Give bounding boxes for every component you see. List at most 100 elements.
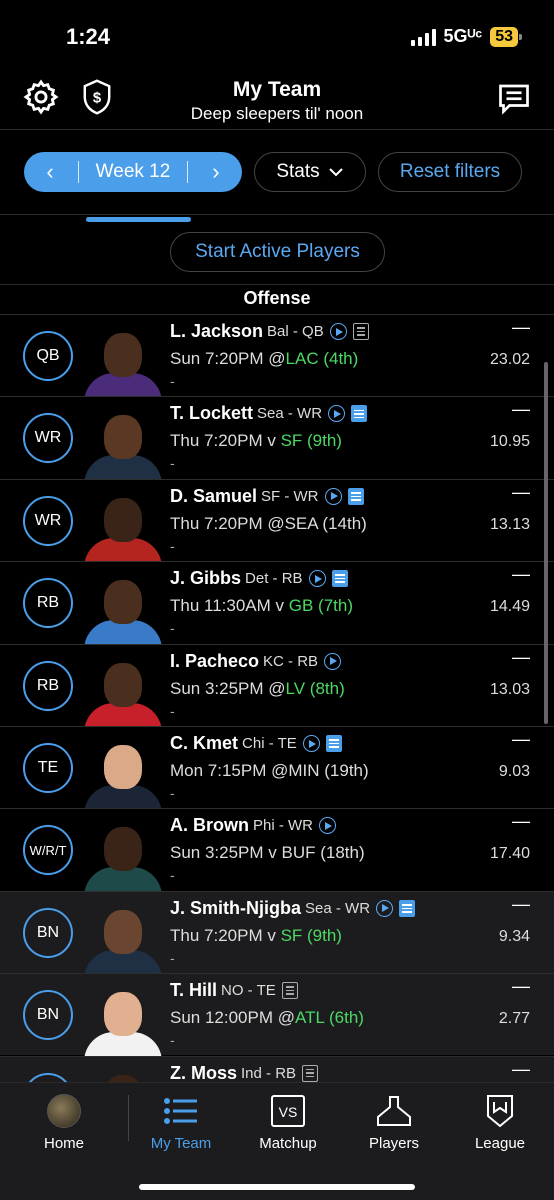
player-name-line: Z. Moss Ind - RB xyxy=(170,1063,319,1082)
tab-league[interactable]: League xyxy=(455,1093,545,1152)
player-team-position: Sea - WR xyxy=(257,405,323,423)
game-info: Sun 12:00PM @ATL (6th) xyxy=(170,1008,364,1028)
lineup-slot-button[interactable]: RB xyxy=(23,578,73,629)
player-row[interactable]: TE C. Kmet Chi - TE Mon 7:15PM @MIN (19th) -… xyxy=(0,726,554,809)
lineup-slot-button[interactable]: W/R/T xyxy=(23,825,73,876)
game-time: Sun 7:20PM @ xyxy=(170,349,286,368)
player-row[interactable]: BN T. Hill NO - TE Sun 12:00PM @ATL (6th) - —… xyxy=(0,973,554,1057)
opponent-rank: ATL (6th) xyxy=(295,1008,364,1028)
week-selector[interactable]: ‹ Week 12 › xyxy=(24,152,242,192)
lineup-slot-button[interactable]: WR xyxy=(23,413,73,464)
player-points: 9.34 xyxy=(498,927,530,945)
video-play-icon[interactable] xyxy=(324,487,342,505)
news-note-icon[interactable] xyxy=(351,405,368,423)
player-name[interactable]: A. Brown xyxy=(170,815,249,836)
player-team-position: NO - TE xyxy=(221,982,276,1000)
player-points: 13.13 xyxy=(489,515,530,533)
start-active-players-button[interactable]: Start Active Players xyxy=(170,232,385,272)
lineup-slot-button[interactable]: WR xyxy=(23,495,73,546)
projection-dash: — xyxy=(512,976,530,997)
home-indicator[interactable] xyxy=(139,1184,415,1190)
player-team-position: Det - RB xyxy=(245,570,303,588)
lineup-slot-button[interactable]: BN xyxy=(23,907,73,958)
opponent-rank: LV (8th) xyxy=(285,678,345,698)
player-photo xyxy=(80,898,166,974)
tab-label: League xyxy=(474,1135,526,1152)
app-header: $ My Team Deep sleepers til' noon xyxy=(0,70,554,130)
status-time: 1:24 xyxy=(66,24,111,49)
player-head xyxy=(104,662,142,707)
tab-matchup[interactable]: VS Matchup xyxy=(243,1093,333,1152)
news-note-icon[interactable] xyxy=(352,323,369,340)
player-row[interactable]: QB L. Jackson Bal - QB Sun 7:20PM @LAC (4th… xyxy=(0,314,554,397)
game-info: Thu 7:20PM v SF (9th) xyxy=(170,926,342,946)
opponent-rank: BUF (18th) xyxy=(281,843,365,863)
lineup-slot-button[interactable]: BN xyxy=(23,1072,73,1082)
game-info: Sun 3:25PM v BUF (18th) xyxy=(170,843,365,863)
video-play-icon[interactable] xyxy=(308,570,326,588)
game-info: Thu 7:20PM @SEA (14th) xyxy=(170,514,367,534)
player-name[interactable]: T. Hill xyxy=(170,980,217,1001)
chat-icon[interactable] xyxy=(496,80,532,116)
chevron-right-icon[interactable]: › xyxy=(204,159,228,185)
player-points: 2.77 xyxy=(498,1010,530,1028)
player-photo xyxy=(80,651,166,727)
video-play-icon[interactable] xyxy=(376,899,394,917)
video-play-icon[interactable] xyxy=(324,652,342,670)
divider xyxy=(78,161,80,183)
player-status: - xyxy=(170,702,175,719)
player-row[interactable]: BN J. Smith-Njigba Sea - WR Thu 7:20PM v SF… xyxy=(0,890,554,974)
player-row[interactable]: RB I. Pacheco KC - RB Sun 3:25PM @LV (8th) -… xyxy=(0,643,554,727)
player-name[interactable]: D. Samuel xyxy=(170,486,257,507)
player-row[interactable]: BN Z. MossInd - RB — xyxy=(0,1055,554,1082)
player-name[interactable]: L. Jackson xyxy=(170,321,263,342)
reset-filters-button[interactable]: Reset filters xyxy=(378,152,522,192)
divider xyxy=(186,161,188,183)
video-play-icon[interactable] xyxy=(319,817,336,835)
news-note-icon[interactable] xyxy=(331,570,348,588)
news-note-icon[interactable] xyxy=(399,899,416,917)
lineup-slot-button[interactable]: TE xyxy=(23,743,73,793)
player-team-position: Phi - WR xyxy=(253,817,313,835)
player-name[interactable]: J. Smith-Njigba xyxy=(170,898,301,919)
player-row[interactable]: WR D. Samuel SF - WR Thu 7:20PM @SEA (14th)… xyxy=(0,478,554,562)
player-head xyxy=(104,745,142,789)
player-name[interactable]: J. Gibbs xyxy=(170,568,241,589)
news-note-icon[interactable] xyxy=(325,735,342,752)
lineup-slot-button[interactable]: RB xyxy=(23,660,73,711)
tab-home[interactable]: Home xyxy=(19,1093,109,1152)
video-play-icon[interactable] xyxy=(329,323,347,340)
player-name[interactable]: C. Kmet xyxy=(170,733,238,754)
scrollbar[interactable] xyxy=(544,362,548,724)
news-note-icon[interactable] xyxy=(302,1064,319,1082)
lineup-slot-button[interactable]: BN xyxy=(23,990,73,1041)
opponent-rank: LAC (4th) xyxy=(285,349,359,368)
game-info: Mon 7:15PM @MIN (19th) xyxy=(170,761,369,781)
divider xyxy=(128,1095,129,1141)
tab-my-team[interactable]: My Team xyxy=(136,1093,226,1152)
player-photo xyxy=(80,403,166,480)
player-name[interactable]: T. Lockett xyxy=(170,403,253,424)
roster-list: QB L. Jackson Bal - QB Sun 7:20PM @LAC (4th… xyxy=(0,314,554,1082)
tab-label: Matchup xyxy=(259,1135,317,1152)
tab-label: Home xyxy=(43,1135,84,1152)
news-note-icon[interactable] xyxy=(347,487,364,505)
projection-dash: — xyxy=(512,481,530,502)
status-bar: 1:24 5Gᵁᶜ 53 xyxy=(0,0,554,70)
projection-dash: — xyxy=(512,399,530,420)
video-play-icon[interactable] xyxy=(302,735,320,752)
player-name[interactable]: I. Pacheco xyxy=(170,651,259,672)
player-name-line: I. Pacheco KC - RB xyxy=(170,651,342,672)
news-note-icon[interactable] xyxy=(281,982,298,1000)
lineup-slot-button[interactable]: QB xyxy=(23,331,73,381)
tab-players[interactable]: Players xyxy=(349,1093,439,1152)
video-play-icon[interactable] xyxy=(328,405,346,423)
chevron-left-icon[interactable]: ‹ xyxy=(38,159,62,185)
player-name[interactable]: Z. Moss xyxy=(170,1063,237,1082)
player-row[interactable]: W/R/T A. Brown Phi - WR Sun 3:25PM v BUF (1… xyxy=(0,808,554,892)
player-row[interactable]: WR T. Lockett Sea - WR Thu 7:20PM v SF (9th… xyxy=(0,396,554,480)
stats-dropdown[interactable]: Stats xyxy=(254,152,366,192)
game-info: Thu 7:20PM v SF (9th) xyxy=(170,431,342,451)
player-row[interactable]: RB J. Gibbs Det - RB Thu 11:30AM v GB (7th)… xyxy=(0,561,554,645)
tab-bar: Home My Team VS Matchup Players League xyxy=(0,1082,554,1200)
